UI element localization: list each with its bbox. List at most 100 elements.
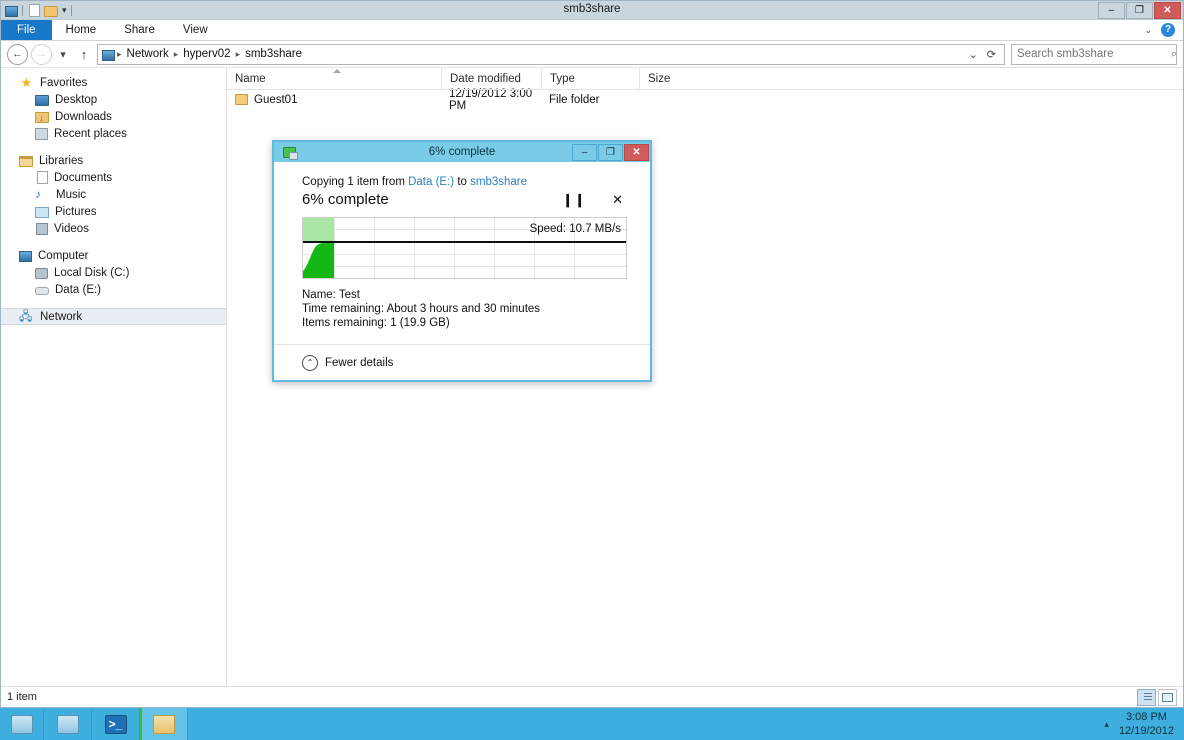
column-label: Date modified — [450, 72, 521, 85]
tab-file[interactable]: File — [1, 20, 52, 40]
breadcrumb-root-icon[interactable] — [102, 49, 115, 61]
sidebar-label: Network — [40, 310, 83, 323]
status-bar: 1 item — [1, 686, 1183, 707]
tab-home[interactable]: Home — [52, 20, 111, 40]
sidebar-group-computer[interactable]: Computer — [1, 247, 226, 264]
search-box[interactable]: ⌕ — [1011, 43, 1177, 65]
gridline-v — [374, 218, 375, 278]
downloads-icon — [35, 112, 49, 123]
dialog-minimize-button[interactable]: – — [572, 143, 597, 161]
dialog-window-controls: – ❐ ✕ — [572, 143, 650, 161]
sidebar-item-documents[interactable]: Documents — [1, 169, 226, 186]
documents-icon — [37, 171, 48, 184]
sidebar-group-libraries[interactable]: Libraries — [1, 152, 226, 169]
fewer-details-button[interactable]: Fewer details — [325, 357, 393, 369]
start-button[interactable] — [0, 708, 44, 740]
detail-time-remaining-row: Time remaining: About 3 hours and 30 min… — [302, 302, 627, 316]
column-header-type[interactable]: Type — [541, 67, 639, 90]
copy-prefix: Copying 1 item from — [302, 176, 409, 188]
gridline-v — [334, 218, 335, 278]
column-header-size[interactable]: Size — [639, 67, 701, 90]
sidebar-label: Pictures — [55, 205, 97, 218]
large-icons-view-button[interactable] — [1158, 688, 1177, 706]
maximize-button[interactable]: ❐ — [1126, 2, 1153, 19]
back-button[interactable]: ← — [7, 43, 28, 65]
sidebar-label: Documents — [54, 171, 113, 184]
breadcrumb-item-smb3share[interactable]: smb3share — [242, 48, 305, 60]
sidebar-item-downloads[interactable]: Downloads — [1, 108, 226, 125]
column-header-name[interactable]: Name — [227, 68, 441, 90]
pause-button[interactable]: ❙❙ — [562, 192, 586, 208]
desktop: ▾ smb3share – ❐ ✕ File Home Share View ⌄… — [0, 0, 1184, 740]
chevron-up-icon[interactable]: ⌃ — [302, 354, 318, 371]
gridline-v — [414, 218, 415, 278]
videos-icon — [36, 222, 48, 235]
sidebar-label: Data (E:) — [55, 283, 102, 296]
breadcrumb[interactable]: ▸ Network ▸ hyperv02 ▸ smb3share ⌄ ⟳ — [97, 43, 1005, 65]
sidebar-item-desktop[interactable]: Desktop — [1, 91, 226, 108]
desktop-icon — [35, 95, 49, 106]
gridline-v — [494, 218, 495, 278]
taskbar-item-powershell[interactable]: >_ — [92, 708, 140, 740]
history-dropdown-icon[interactable]: ▾ — [55, 43, 71, 65]
column-header-date-modified[interactable]: Date modified — [441, 67, 541, 90]
gridline-v — [454, 218, 455, 278]
server-manager-icon — [56, 714, 79, 734]
taskbar-item-server-manager[interactable] — [44, 708, 92, 740]
table-row[interactable]: Guest01 12/19/2012 3:00 PM File folder — [227, 88, 1183, 112]
progress-header-row: 6% complete ❙❙ ✕ — [302, 191, 627, 208]
sidebar-item-music[interactable]: ♪ Music — [1, 186, 226, 203]
chevron-down-icon[interactable]: ⌄ — [1144, 25, 1152, 36]
ribbon-tab-bar: File Home Share View ⌄ ? — [1, 20, 1183, 41]
libraries-icon — [19, 156, 33, 167]
sidebar-item-network[interactable]: 🖧 Network — [1, 308, 226, 325]
breadcrumb-separator: ▸ — [117, 48, 122, 59]
clock[interactable]: 3:08 PM 12/19/2012 — [1119, 710, 1174, 738]
sidebar-item-recent-places[interactable]: Recent places — [1, 125, 226, 142]
help-icon[interactable]: ? — [1161, 23, 1175, 37]
details-view-button[interactable] — [1137, 688, 1156, 706]
taskbar-item-file-explorer[interactable] — [140, 708, 188, 740]
copy-destination-link[interactable]: smb3share — [470, 176, 527, 188]
copy-description: Copying 1 item from Data (E:) to smb3sha… — [302, 176, 627, 188]
breadcrumb-separator-2: ▸ — [173, 48, 179, 59]
progress-controls: ❙❙ ✕ — [562, 192, 627, 208]
sidebar-item-data-drive[interactable]: Data (E:) — [1, 281, 226, 298]
search-input[interactable] — [1017, 48, 1171, 60]
detail-label: Name: — [302, 289, 336, 301]
show-hidden-icons-icon[interactable]: ▴ — [1104, 719, 1109, 730]
breadcrumb-item-network[interactable]: Network — [124, 48, 172, 60]
refresh-icon[interactable]: ⟳ — [987, 48, 996, 61]
chevron-down-icon[interactable]: ⌄ — [969, 48, 978, 61]
sidebar-label: Local Disk (C:) — [54, 266, 130, 279]
minimize-button[interactable]: – — [1098, 2, 1125, 19]
window-title: smb3share — [563, 3, 621, 15]
view-toggle-group — [1137, 688, 1177, 706]
forward-button[interactable]: → — [31, 43, 52, 65]
close-button[interactable]: ✕ — [1154, 2, 1181, 19]
breadcrumb-item-hyperv02[interactable]: hyperv02 — [180, 48, 233, 60]
pictures-icon — [35, 207, 49, 218]
up-button[interactable]: ↑ — [74, 43, 94, 65]
navigation-pane: ★ Favorites Desktop Downloads Recent pla… — [1, 68, 227, 686]
dialog-close-button[interactable]: ✕ — [624, 143, 649, 161]
sidebar-group-favorites[interactable]: ★ Favorites — [1, 74, 226, 91]
sidebar-item-pictures[interactable]: Pictures — [1, 203, 226, 220]
copy-source-link[interactable]: Data (E:) — [408, 176, 454, 188]
address-bar-row: ← → ▾ ↑ ▸ Network ▸ hyperv02 ▸ smb3share… — [1, 41, 1183, 68]
start-icon — [10, 714, 33, 734]
dialog-maximize-button[interactable]: ❐ — [598, 143, 623, 161]
column-headers: Name Date modified Type Size — [227, 67, 1183, 90]
tab-view[interactable]: View — [169, 20, 222, 40]
sidebar-item-local-disk[interactable]: Local Disk (C:) — [1, 264, 226, 281]
sidebar-label: Recent places — [54, 127, 127, 140]
search-icon[interactable]: ⌕ — [1171, 48, 1177, 61]
detail-items-remaining-row: Items remaining: 1 (19.9 GB) — [302, 316, 627, 330]
tab-share[interactable]: Share — [110, 20, 169, 40]
detail-value: About 3 hours and 30 minutes — [386, 303, 541, 315]
detail-label: Items remaining: — [302, 317, 388, 329]
cancel-button[interactable]: ✕ — [612, 192, 623, 208]
clock-date: 12/19/2012 — [1118, 725, 1174, 737]
sidebar-item-videos[interactable]: Videos — [1, 220, 226, 237]
